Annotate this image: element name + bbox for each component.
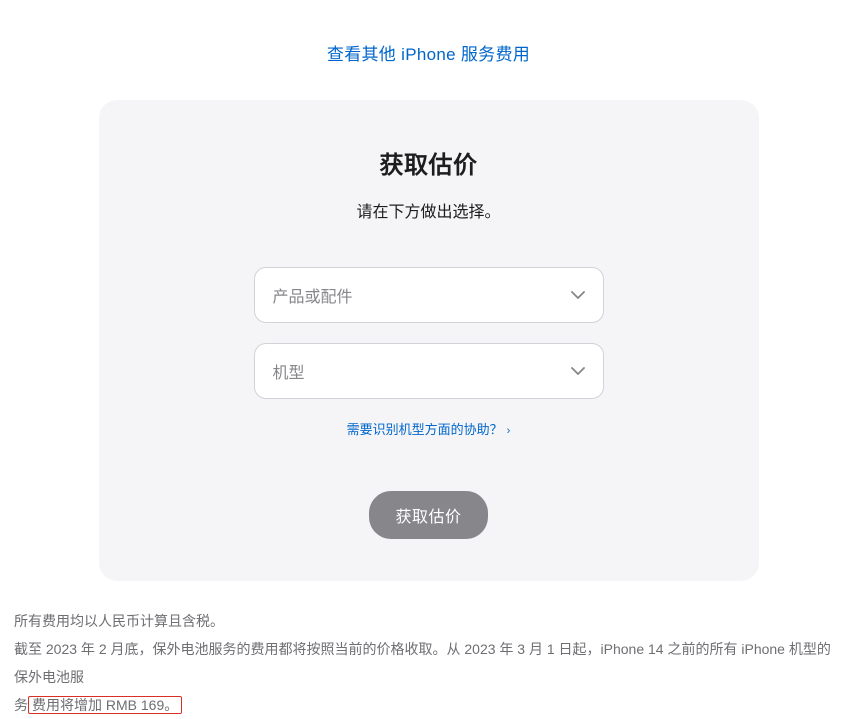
help-link-wrapper: 需要识别机型方面的协助？ ›: [139, 419, 719, 439]
price-increase-highlight: 费用将增加 RMB 169。: [28, 696, 182, 714]
other-iphone-service-link[interactable]: 查看其他 iPhone 服务费用: [327, 45, 530, 64]
identify-model-help-link[interactable]: 需要识别机型方面的协助？ ›: [347, 422, 511, 437]
footer-line-2: 截至 2023 年 2 月底，保外电池服务的费用都将按照当前的价格收取。从 20…: [14, 635, 843, 719]
chevron-down-icon: [571, 291, 585, 299]
model-select[interactable]: 机型: [254, 343, 604, 399]
product-select-placeholder: 产品或配件: [273, 283, 353, 307]
model-select-wrapper: 机型: [254, 343, 604, 399]
product-select[interactable]: 产品或配件: [254, 267, 604, 323]
chevron-right-icon: ›: [507, 425, 511, 437]
top-service-link-wrapper: 查看其他 iPhone 服务费用: [10, 0, 847, 100]
estimate-card: 获取估价 请在下方做出选择。 产品或配件 机型 需要识别机型方面的协助？ ›: [99, 100, 759, 581]
model-select-placeholder: 机型: [273, 359, 305, 383]
card-subtitle: 请在下方做出选择。: [139, 198, 719, 222]
footer-line-2-part2: 务: [14, 697, 28, 713]
footer-line-2-part1: 截至 2023 年 2 月底，保外电池服务的费用都将按照当前的价格收取。从 20…: [14, 641, 831, 685]
product-select-wrapper: 产品或配件: [254, 267, 604, 323]
get-estimate-button[interactable]: 获取估价: [369, 491, 487, 539]
footer-line-1: 所有费用均以人民币计算且含税。: [14, 607, 843, 635]
help-link-label: 需要识别机型方面的协助？: [347, 422, 503, 437]
chevron-down-icon: [571, 367, 585, 375]
card-title: 获取估价: [139, 145, 719, 180]
footer-notes: 所有费用均以人民币计算且含税。 截至 2023 年 2 月底，保外电池服务的费用…: [10, 607, 847, 719]
